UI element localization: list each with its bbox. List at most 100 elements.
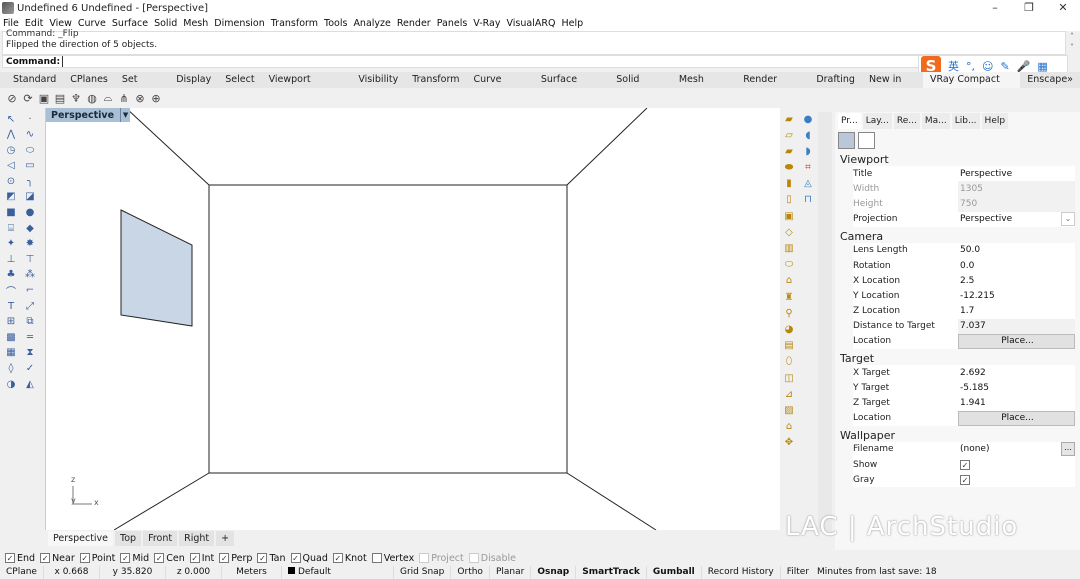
wallpaper-filename-field[interactable]: (none) ... (958, 442, 1075, 457)
add-viewport-tab-button[interactable]: + (216, 530, 235, 546)
column-icon[interactable]: ▮ (782, 177, 796, 191)
perspective-viewport[interactable]: Perspective ▼ z y x (45, 108, 780, 530)
tab-display[interactable]: Display (169, 72, 218, 88)
checkbox[interactable]: ✓ (120, 553, 131, 563)
mirror-icon[interactable]: ⧉ (23, 315, 37, 329)
viewport-tab-front[interactable]: Front (143, 530, 178, 546)
ime-tools-icon[interactable]: ▦ (1037, 60, 1047, 73)
select-arrow-icon[interactable]: ↖ (4, 112, 18, 126)
column-style-icon[interactable]: ◖ (801, 128, 815, 142)
railing-icon[interactable]: ⬭ (782, 258, 796, 272)
polyline-icon[interactable]: ⋀ (4, 128, 18, 142)
boolean-icon[interactable]: ● (23, 206, 37, 220)
menu-vray[interactable]: V-Ray (473, 18, 500, 29)
panel-tab-properties[interactable]: Pr... (838, 113, 861, 129)
trim-icon[interactable]: ⊤ (23, 252, 37, 266)
import-icon[interactable]: ▨ (782, 403, 796, 417)
section-icon[interactable]: ⌗ (801, 161, 815, 175)
sphere-light-icon[interactable]: ◍ (85, 91, 99, 105)
dome-light-icon[interactable]: ⌓ (101, 91, 115, 105)
menu-visualarq[interactable]: VisualARQ (507, 18, 556, 29)
menu-tools[interactable]: Tools (324, 18, 347, 29)
checkbox[interactable]: ✓ (154, 553, 165, 563)
tag-icon[interactable]: ⬯ (782, 355, 796, 369)
cplane-indicator[interactable]: CPlane (0, 566, 44, 579)
array-icon[interactable]: ⊞ (4, 315, 18, 329)
filter-toggle[interactable]: Filter (781, 566, 811, 579)
checkbox[interactable] (468, 553, 479, 563)
panel-tab-libraries[interactable]: Lib... (951, 113, 980, 129)
slab-style-icon[interactable]: ◗ (801, 144, 815, 158)
furniture-icon[interactable]: ♜ (782, 290, 796, 304)
checkbox[interactable]: ✓ (219, 553, 230, 563)
ime-emoji-icon[interactable]: ☺ (982, 60, 993, 73)
close-button[interactable]: ✕ (1046, 0, 1080, 16)
add-object-icon[interactable]: ⊕ (149, 91, 163, 105)
hatch-icon[interactable]: ═ (23, 330, 37, 344)
box-icon[interactable]: ■ (4, 206, 18, 220)
gumball-toggle[interactable]: Gumball (647, 566, 702, 579)
wall-tool-icon[interactable]: ▰ (782, 112, 796, 126)
restore-button[interactable]: ❐ (1012, 0, 1046, 16)
viewport-tab-right[interactable]: Right (179, 530, 215, 546)
fillet-curve-icon[interactable]: ╮ (23, 174, 37, 188)
menu-help[interactable]: Help (561, 18, 583, 29)
tab-transform[interactable]: Transform (405, 72, 466, 88)
viewport-tab-perspective[interactable]: Perspective (48, 530, 114, 546)
tab-select[interactable]: Select (218, 72, 261, 88)
curtain-wall-icon[interactable]: ▱ (782, 128, 796, 142)
viewport-display-icon[interactable] (858, 132, 875, 149)
building-icon[interactable]: ⌂ (782, 420, 796, 434)
render-icon[interactable]: ⟳ (21, 91, 35, 105)
frame-buffer-icon[interactable]: ▣ (37, 91, 51, 105)
osnap-tan[interactable]: ✓ Tan (257, 553, 286, 564)
checkbox[interactable]: ✓ (40, 553, 51, 563)
y-location-field[interactable]: -12.215 (958, 288, 1075, 303)
menu-transform[interactable]: Transform (271, 18, 318, 29)
distance-to-target-field[interactable]: 7.037 (958, 318, 1075, 334)
checkbox[interactable]: ✓ (332, 553, 343, 563)
light-icon[interactable]: ♆ (69, 91, 83, 105)
surface-icon[interactable]: ◩ (4, 190, 18, 204)
split-icon[interactable]: ⊥ (4, 252, 18, 266)
menu-render[interactable]: Render (397, 18, 431, 29)
camera-place-button[interactable]: Place... (958, 333, 1075, 350)
osnap-int[interactable]: ✓ Int (189, 553, 214, 564)
checkbox[interactable]: ✓ (5, 553, 15, 563)
level-icon[interactable]: ◫ (782, 371, 796, 385)
browse-button[interactable]: ... (1061, 442, 1075, 457)
menu-view[interactable]: View (49, 18, 72, 29)
osnap-vertex[interactable]: Vertex (371, 553, 414, 564)
tab-new-in-v6[interactable]: New in V6 (862, 72, 923, 101)
osnap-cen[interactable]: ✓ Cen (154, 553, 185, 564)
menu-file[interactable]: File (3, 18, 19, 29)
ime-handwriting-icon[interactable]: ✎ (1000, 60, 1009, 73)
rectangle-icon[interactable]: ▭ (23, 159, 37, 173)
history-icon[interactable]: ⧗ (23, 346, 37, 360)
lens-length-field[interactable]: 50.0 (958, 243, 1075, 258)
fur-icon[interactable]: ⋔ (117, 91, 131, 105)
viewport-title-field[interactable]: Perspective (958, 166, 1075, 181)
chevron-down-icon[interactable]: ⌄ (1061, 212, 1075, 227)
tab-surface-tools[interactable]: Surface Tools (534, 72, 609, 101)
wall-panel-object[interactable] (120, 209, 193, 327)
osnap-knot[interactable]: ✓ Knot (332, 553, 367, 564)
wallpaper-show-checkbox[interactable]: ✓ (960, 459, 970, 470)
checkbox[interactable]: ✓ (290, 553, 301, 563)
y-target-field[interactable]: -5.185 (958, 380, 1075, 395)
door-icon[interactable]: ▯ (782, 193, 796, 207)
ortho-toggle[interactable]: Ortho (451, 566, 490, 579)
toolbar-collapse-strip[interactable] (818, 112, 832, 532)
panel-tab-materials[interactable]: Ma... (921, 113, 950, 129)
z-location-field[interactable]: 1.7 (958, 304, 1075, 319)
fillet-icon[interactable]: ⌒ (4, 284, 18, 298)
menu-solid[interactable]: Solid (154, 18, 177, 29)
tab-mesh-tools[interactable]: Mesh Tools (672, 72, 736, 101)
elevation-icon[interactable]: ◬ (801, 177, 815, 191)
menu-panels[interactable]: Panels (437, 18, 468, 29)
tab-solid-tools[interactable]: Solid Tools (609, 72, 672, 101)
table-icon[interactable]: ▤ (782, 339, 796, 353)
projection-select[interactable]: Perspective ⌄ (958, 212, 1075, 227)
menu-mesh[interactable]: Mesh (183, 18, 208, 29)
block-icon[interactable]: ▩ (4, 330, 18, 344)
